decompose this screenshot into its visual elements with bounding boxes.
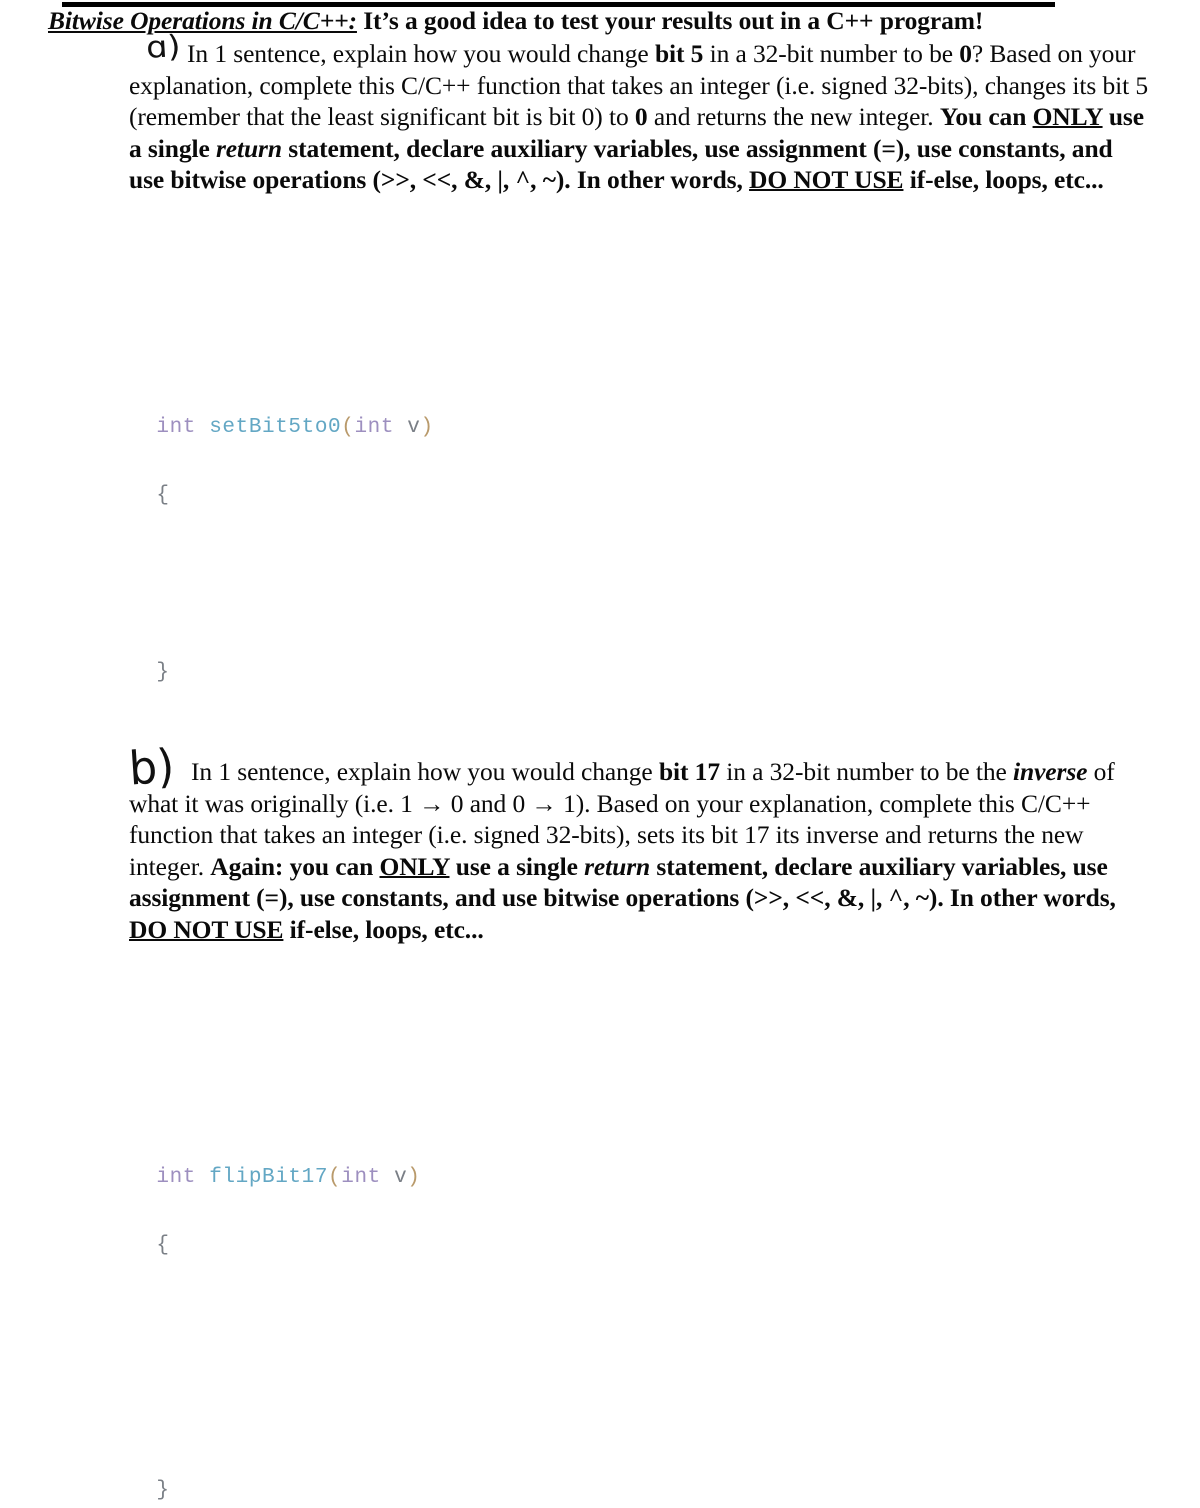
code-b-close-brace-wrap: }	[130, 1440, 170, 1508]
code-b-token-5	[381, 1166, 394, 1189]
code-a-token-2: setBit5to0	[209, 416, 342, 439]
question-b-seg-6: ONLY	[379, 851, 450, 881]
question-a-seg-0: In 1 sentence, explain how you would cha…	[187, 39, 655, 68]
code-b-token-1	[196, 1166, 209, 1189]
code-a-token-3: (	[341, 416, 355, 439]
question-a-seg-2: in a 32-bit number to be	[703, 39, 960, 68]
question-a-seg-7: You can	[939, 102, 1033, 132]
code-b-token-6: v	[394, 1166, 408, 1189]
question-a-seg-5: 0	[634, 102, 648, 132]
code-b-signature: int flipBit17(int v)	[156, 1166, 420, 1189]
question-b-seg-10: DO NOT USE	[129, 914, 284, 944]
code-b-token-2: flipBit17	[209, 1166, 329, 1189]
question-b-seg-2: in a 32-bit number to be the	[719, 757, 1013, 786]
page-title: Bitwise Operations in C/C++: It’s a good…	[48, 6, 1178, 36]
question-a-seg-12: DO NOT USE	[749, 165, 904, 195]
question-b-seg-3: inverse	[1013, 757, 1088, 786]
question-a-seg-8: ONLY	[1032, 102, 1103, 132]
question-b-seg-11: if-else, loops, etc...	[283, 914, 484, 944]
code-b-token-0: int	[156, 1166, 197, 1189]
page-title-heading: Bitwise Operations in C/C++:	[48, 6, 357, 35]
code-a-close-brace: }	[156, 661, 170, 684]
question-b-body: In 1 sentence, explain how you would cha…	[129, 756, 1132, 946]
question-b-seg-0: In 1 sentence, explain how you would cha…	[191, 757, 659, 786]
page-title-subtitle: It’s a good idea to test your results ou…	[363, 6, 984, 35]
code-b-token-7: )	[407, 1166, 421, 1189]
code-a-open-brace: {	[156, 484, 170, 507]
question-a-seg-13: if-else, loops, etc...	[903, 165, 1104, 195]
code-b-token-4: int	[341, 1166, 381, 1189]
question-b-seg-8: return	[584, 851, 651, 881]
question-b-seg-5: Again: you can	[210, 851, 380, 881]
code-b-close-brace: }	[156, 1479, 170, 1502]
code-block-b: int flipBit17(int v) {	[130, 1127, 420, 1263]
code-a-token-7: )	[420, 416, 434, 439]
code-b-token-3: (	[328, 1166, 342, 1189]
question-a-seg-6: and returns the new integer.	[647, 102, 940, 132]
code-a-signature: int setBit5to0(int v)	[156, 416, 433, 439]
code-b-open-brace: {	[156, 1234, 170, 1257]
code-a-token-5	[394, 416, 407, 439]
code-a-token-4: int	[354, 416, 395, 439]
question-b-seg-1: bit 17	[658, 757, 720, 786]
code-a-close-brace-wrap: }	[130, 622, 170, 690]
question-a-seg-10: return	[215, 133, 282, 163]
code-a-token-0: int	[156, 416, 197, 439]
question-a-seg-3: 0	[959, 39, 972, 68]
question-a-body: In 1 sentence, explain how you would cha…	[129, 38, 1152, 196]
question-a-seg-1: bit 5	[654, 39, 704, 68]
code-a-token-1	[196, 416, 209, 439]
question-b-seg-7: use a single	[449, 851, 585, 881]
code-a-token-6: v	[407, 416, 421, 439]
code-block-a: int setBit5to0(int v) {	[130, 377, 434, 513]
